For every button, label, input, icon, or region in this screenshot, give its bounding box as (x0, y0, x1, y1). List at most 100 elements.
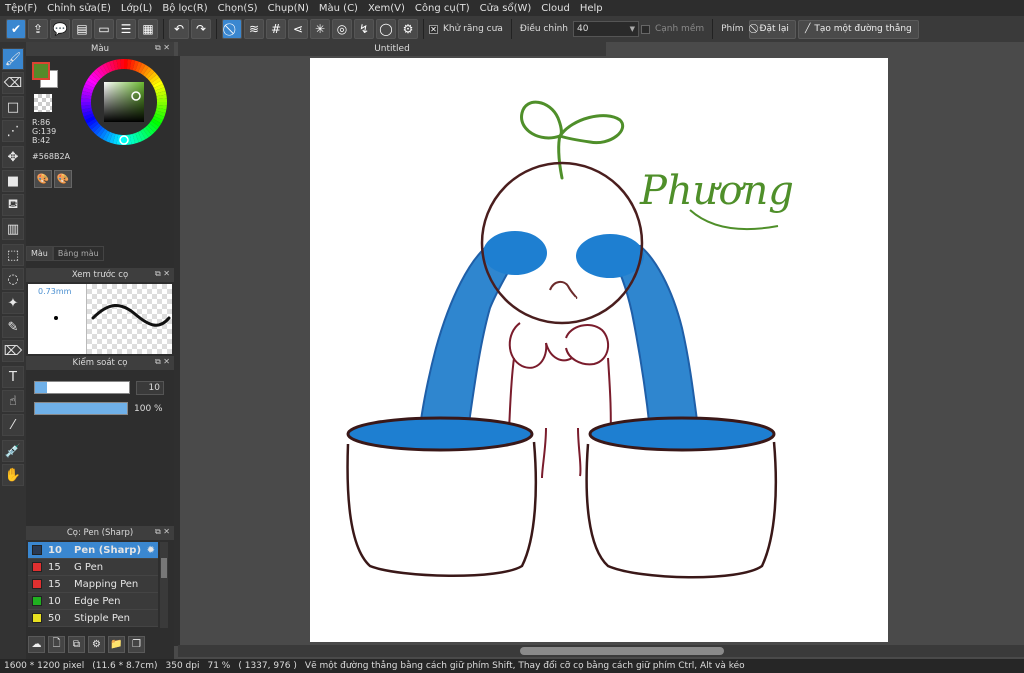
snap-off-icon[interactable]: ⃠ (222, 19, 242, 39)
hand-tool-icon[interactable]: ✋ (2, 464, 24, 486)
brush-item[interactable]: 15 G Pen (28, 559, 158, 576)
drawing-canvas[interactable]: Phương (310, 58, 888, 642)
panel-controls-icon[interactable]: ⧉ ✕ (155, 43, 170, 53)
snap-vanish-icon[interactable]: ⋖ (288, 19, 308, 39)
antialias-checkbox[interactable]: ✕ (429, 24, 438, 34)
color-wheel[interactable] (78, 56, 170, 148)
hue-segment (83, 113, 95, 121)
brush-color-swatch (32, 613, 42, 623)
text-tool-icon[interactable]: T (2, 366, 24, 388)
brush-item[interactable]: 15 Mapping Pen (28, 576, 158, 593)
dropper-tool-icon[interactable]: ⁄ (2, 414, 24, 436)
gear-icon[interactable]: ✹ (147, 545, 155, 556)
duplicate-icon[interactable]: ❐ (128, 636, 145, 653)
panel-controls-icon[interactable]: ⧉ ✕ (155, 357, 170, 367)
panel-controls-icon[interactable]: ⧉ ✕ (155, 269, 170, 279)
snap-ellipse-icon[interactable]: ◯ (376, 19, 396, 39)
menu-view[interactable]: Xem(V) (363, 3, 410, 14)
hue-segment (88, 120, 99, 130)
tab-palette[interactable]: Bảng màu (52, 246, 104, 261)
panel-controls-icon[interactable]: ⧉ ✕ (155, 527, 170, 537)
transparent-color-swatch[interactable] (34, 94, 52, 112)
select-pen-tool-icon[interactable]: ✎ (2, 316, 24, 338)
select-eraser-tool-icon[interactable]: ⌦ (2, 340, 24, 362)
hue-segment (137, 130, 146, 141)
menu-filter[interactable]: Bộ lọc(R) (157, 3, 212, 14)
hue-segment (96, 66, 106, 77)
lasso-tool-icon[interactable]: ◌ (2, 268, 24, 290)
folder-icon[interactable]: 📁 (108, 636, 125, 653)
rectangle-tool-icon[interactable]: □ (2, 96, 24, 118)
menu-file[interactable]: Tệp(F) (0, 3, 42, 14)
brush-scrollbar[interactable] (160, 542, 168, 628)
opacity-slider[interactable] (34, 402, 128, 415)
copy-brush-icon[interactable]: ⧉ (68, 636, 85, 653)
hue-segment (86, 118, 97, 127)
scrollbar-thumb[interactable] (520, 647, 724, 655)
palette-add-icon[interactable]: 🎨 (54, 170, 72, 188)
reset-button[interactable]: ⃠ Đặt lại (748, 19, 796, 39)
soft-edge-label: Cạnh mềm (654, 24, 705, 34)
foreground-color-swatch[interactable] (32, 62, 50, 80)
snap-settings-icon[interactable]: ⚙ (398, 19, 418, 39)
size-value[interactable]: 10 (136, 380, 164, 395)
snap-curve-icon[interactable]: ↯ (354, 19, 374, 39)
tab-color[interactable]: Màu (26, 246, 53, 261)
snap-grid-icon[interactable]: # (266, 19, 286, 39)
cloud-download-icon[interactable]: ☁ (28, 636, 45, 653)
brush-tool-icon[interactable]: 🖌 (2, 48, 24, 70)
undo-icon[interactable]: ↶ (169, 19, 189, 39)
eyedropper-tool-icon[interactable]: 💉 (2, 440, 24, 462)
green-value: G:139 (32, 127, 57, 136)
snap-radial-icon[interactable]: ✳ (310, 19, 330, 39)
menu-capture[interactable]: Chụp(N) (263, 3, 314, 14)
snap-circle-icon[interactable]: ◎ (332, 19, 352, 39)
chat-icon[interactable]: 💬 (50, 19, 70, 39)
bucket-tool-icon[interactable]: ⛾ (2, 194, 24, 216)
comment-icon[interactable]: ▤ (72, 19, 92, 39)
hue-segment (109, 132, 116, 144)
dot-line-tool-icon[interactable]: ⋰ (2, 120, 24, 142)
select-rect-tool-icon[interactable]: ⬚ (2, 244, 24, 266)
cloud-check-icon[interactable]: ✔ (6, 19, 26, 39)
stroke-sample (91, 304, 171, 327)
fill-rect-tool-icon[interactable]: ■ (2, 170, 24, 192)
menu-edit[interactable]: Chỉnh sửa(E) (42, 3, 116, 14)
brush-name: Mapping Pen (74, 578, 139, 590)
clipboard-icon[interactable]: ▦ (138, 19, 158, 39)
menu-help[interactable]: Help (575, 3, 608, 14)
palette-icon[interactable]: 🎨 (34, 170, 52, 188)
menu-color[interactable]: Màu (C) (314, 3, 363, 14)
menu-tools[interactable]: Công cụ(T) (410, 3, 475, 14)
document-tab[interactable]: Untitled (178, 42, 606, 56)
magic-wand-tool-icon[interactable]: ✦ (2, 292, 24, 314)
soft-edge-checkbox[interactable] (640, 24, 650, 34)
share-icon[interactable]: ⇪ (28, 19, 48, 39)
adjust-select[interactable]: 40 ▼ (572, 21, 639, 37)
move-tool-icon[interactable]: ✥ (2, 146, 24, 168)
gradient-tool-icon[interactable]: ▥ (2, 218, 24, 240)
brush-item[interactable]: 50 Stipple Pen (28, 610, 158, 627)
horizontal-scrollbar[interactable] (178, 645, 1024, 657)
menu-cloud[interactable]: Cloud (536, 3, 575, 14)
new-brush-icon[interactable]: 🗋 (48, 636, 65, 653)
size-slider[interactable] (34, 381, 130, 394)
color-panel-title: Màu (91, 44, 109, 54)
menu-select[interactable]: Chọn(S) (213, 3, 263, 14)
eraser-tool-icon[interactable]: ⌫ (2, 72, 24, 94)
brush-item[interactable]: 10 Edge Pen (28, 593, 158, 610)
cursor-position: ( 1337, 976 ) (238, 661, 297, 671)
make-line-button[interactable]: ╱ Tạo một đường thẳng (797, 19, 919, 39)
canvas-dimensions: 1600 * 1200 pixel (4, 661, 85, 671)
menu-window[interactable]: Cửa sổ(W) (475, 3, 537, 14)
brush-settings-icon[interactable]: ⚙ (88, 636, 105, 653)
pointer-tool-icon[interactable]: ☝ (2, 390, 24, 412)
brush-item[interactable]: 10 Pen (Sharp) ✹ (28, 542, 158, 559)
snap-parallel-icon[interactable]: ≋ (244, 19, 264, 39)
redo-icon[interactable]: ↷ (191, 19, 211, 39)
document-icon[interactable]: ▭ (94, 19, 114, 39)
layers-icon[interactable]: ☰ (116, 19, 136, 39)
menu-layer[interactable]: Lớp(L) (116, 3, 157, 14)
hue-segment (112, 59, 119, 71)
scrollbar-thumb[interactable] (161, 558, 167, 578)
